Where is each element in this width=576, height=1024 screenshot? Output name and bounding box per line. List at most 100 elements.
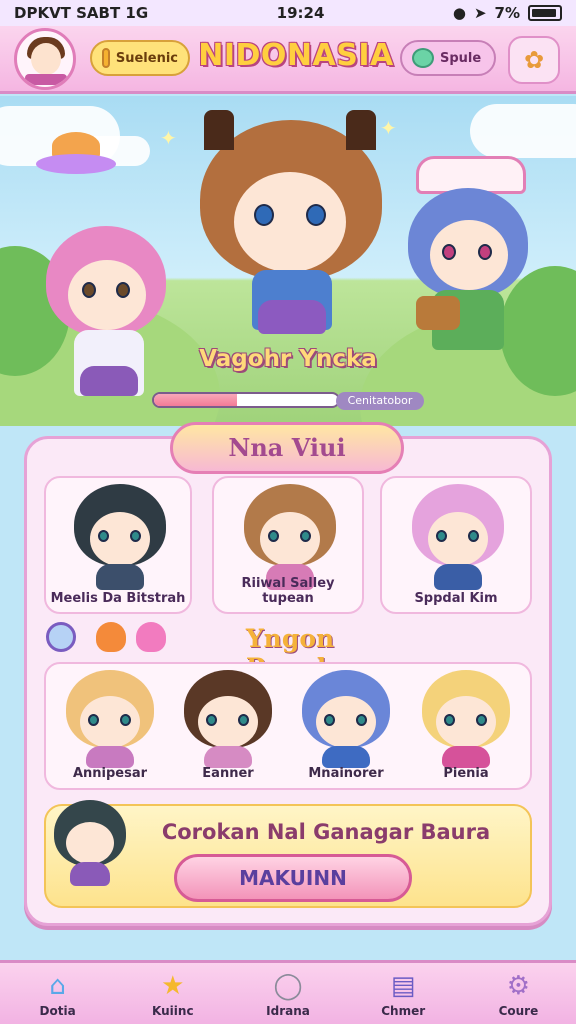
heart-icon[interactable] <box>96 622 126 652</box>
character-eye <box>120 714 131 726</box>
nav-item-home[interactable]: ⌂ Dotia <box>0 963 115 1024</box>
hero-character-name: Vagohr Yncka <box>199 346 377 372</box>
currency-pill-gems[interactable]: Spule <box>400 40 496 76</box>
navigation-icon: ➤ <box>473 4 487 22</box>
featured-card[interactable]: Sppdal Kim <box>380 476 532 614</box>
status-bar: DPKVT SABT 1G 19:24 ● ➤ 7% <box>0 0 576 26</box>
character-skirt <box>80 366 138 396</box>
nav-label: Idrana <box>266 1003 310 1018</box>
ufo-decoration <box>36 132 116 178</box>
character-body <box>442 746 490 768</box>
featured-card-label: Riiwal Salley tupean <box>241 576 335 606</box>
character-body <box>322 746 370 768</box>
character-eye <box>206 714 217 726</box>
character-eye <box>306 204 326 226</box>
character-eye <box>116 282 130 298</box>
heart-icon[interactable] <box>136 622 166 652</box>
character-body <box>204 746 252 768</box>
nav-label: Chmer <box>381 1003 426 1018</box>
avatar-level-tag <box>25 73 67 85</box>
squad-member[interactable]: Pienia <box>416 666 516 788</box>
character-eye <box>98 530 109 542</box>
cloud <box>470 104 576 158</box>
character-eye <box>130 530 141 542</box>
featured-card[interactable]: Meelis Da Bitstrah <box>44 476 192 614</box>
character-body <box>86 746 134 768</box>
battery-percent: 7% <box>494 4 520 22</box>
squad-member-label: Pienia <box>443 766 489 781</box>
chat-icon: ▤ <box>390 970 416 1001</box>
quest-character <box>50 800 130 886</box>
character-blue[interactable] <box>402 156 532 366</box>
battery-icon <box>527 5 562 21</box>
gem-heart-icon <box>412 48 434 68</box>
circle-icon: ◯ <box>273 970 303 1001</box>
featured-card-label: Sppdal Kim <box>414 591 498 606</box>
currency-pill-gems-label: Spule <box>440 50 482 66</box>
quest-card: Corokan Nal Ganagar Baura MAKUINN <box>44 800 532 908</box>
avatar-face <box>31 42 61 75</box>
sparkle-icon: ✦ <box>160 126 177 150</box>
featured-card-label: Meelis Da Bitstrah <box>50 591 186 606</box>
character-eye <box>268 530 279 542</box>
squad-member-label: Eanner <box>202 766 254 781</box>
hero-progress-bar <box>152 392 340 408</box>
hero-scene: ✦ ✦ ✦ Vagohr Yncka Cenitatobor <box>0 96 576 426</box>
bubble-icon[interactable] <box>46 622 76 652</box>
game-title: NIDONASIA <box>198 38 394 73</box>
squad-character <box>422 670 510 768</box>
nav-label: Coure <box>498 1003 539 1018</box>
character-body <box>70 862 110 886</box>
nav-item-center[interactable]: ◯ Idrana <box>230 963 345 1024</box>
house-icon: ⌂ <box>49 970 66 1001</box>
squad-member-label: Mnainorer <box>308 766 384 781</box>
gear-icon: ⚙ <box>506 970 531 1001</box>
hero-progress-label: Cenitatobor <box>336 392 424 410</box>
quest-start-button[interactable]: MAKUINN <box>174 854 412 902</box>
character-eye <box>442 244 456 260</box>
squad-member[interactable]: Annipesar <box>60 666 160 788</box>
squad-member[interactable]: Eanner <box>178 666 278 788</box>
currency-pill-coins[interactable]: Suelenic <box>90 40 190 76</box>
featured-card[interactable]: Riiwal Salley tupean <box>212 476 364 614</box>
cat-ear-icon <box>204 110 234 150</box>
character-eye <box>88 714 99 726</box>
game-header: Suelenic NIDONASIA Spule ✿ <box>0 26 576 94</box>
bottom-nav: ⌂ Dotia ★ Kuiinc ◯ Idrana ▤ Chmer ⚙ Cour… <box>0 960 576 1024</box>
character-face <box>68 260 146 330</box>
nav-item-settings[interactable]: ⚙ Coure <box>461 963 576 1024</box>
squad-member[interactable]: Mnainorer <box>296 666 396 788</box>
ufo-ring <box>36 154 116 174</box>
squad-character <box>302 670 390 768</box>
status-carrier: DPKVT SABT 1G <box>14 4 149 22</box>
hero-progress-fill <box>154 394 237 406</box>
character-body <box>434 564 482 590</box>
character-eye <box>82 282 96 298</box>
nav-item-chat[interactable]: ▤ Chmer <box>346 963 461 1024</box>
cat-ear-icon <box>346 110 376 150</box>
character-eye <box>476 714 487 726</box>
character-skirt <box>258 300 326 334</box>
panel-tab-title[interactable]: Nna Viui <box>170 422 404 474</box>
quest-title: Corokan Nal Ganagar Baura <box>161 820 491 844</box>
menu-button[interactable]: ✿ <box>508 36 560 84</box>
card-character <box>412 484 504 590</box>
character-body <box>96 564 144 590</box>
nav-label: Kuiinc <box>152 1003 194 1018</box>
character-eye <box>478 244 492 260</box>
nav-label: Dotia <box>39 1003 76 1018</box>
character-eye <box>238 714 249 726</box>
character-face <box>66 822 114 864</box>
card-character <box>244 484 336 590</box>
nav-item-stars[interactable]: ★ Kuiinc <box>115 963 230 1024</box>
currency-pill-coins-label: Suelenic <box>115 50 178 66</box>
character-main[interactable] <box>196 110 386 350</box>
character-eye <box>444 714 455 726</box>
backpack-icon <box>416 296 460 330</box>
character-pink[interactable] <box>36 226 176 416</box>
character-eye <box>468 530 479 542</box>
character-eye <box>324 714 335 726</box>
flower-icon: ✿ <box>523 46 545 74</box>
player-avatar[interactable] <box>14 27 76 90</box>
coin-icon <box>102 48 110 68</box>
